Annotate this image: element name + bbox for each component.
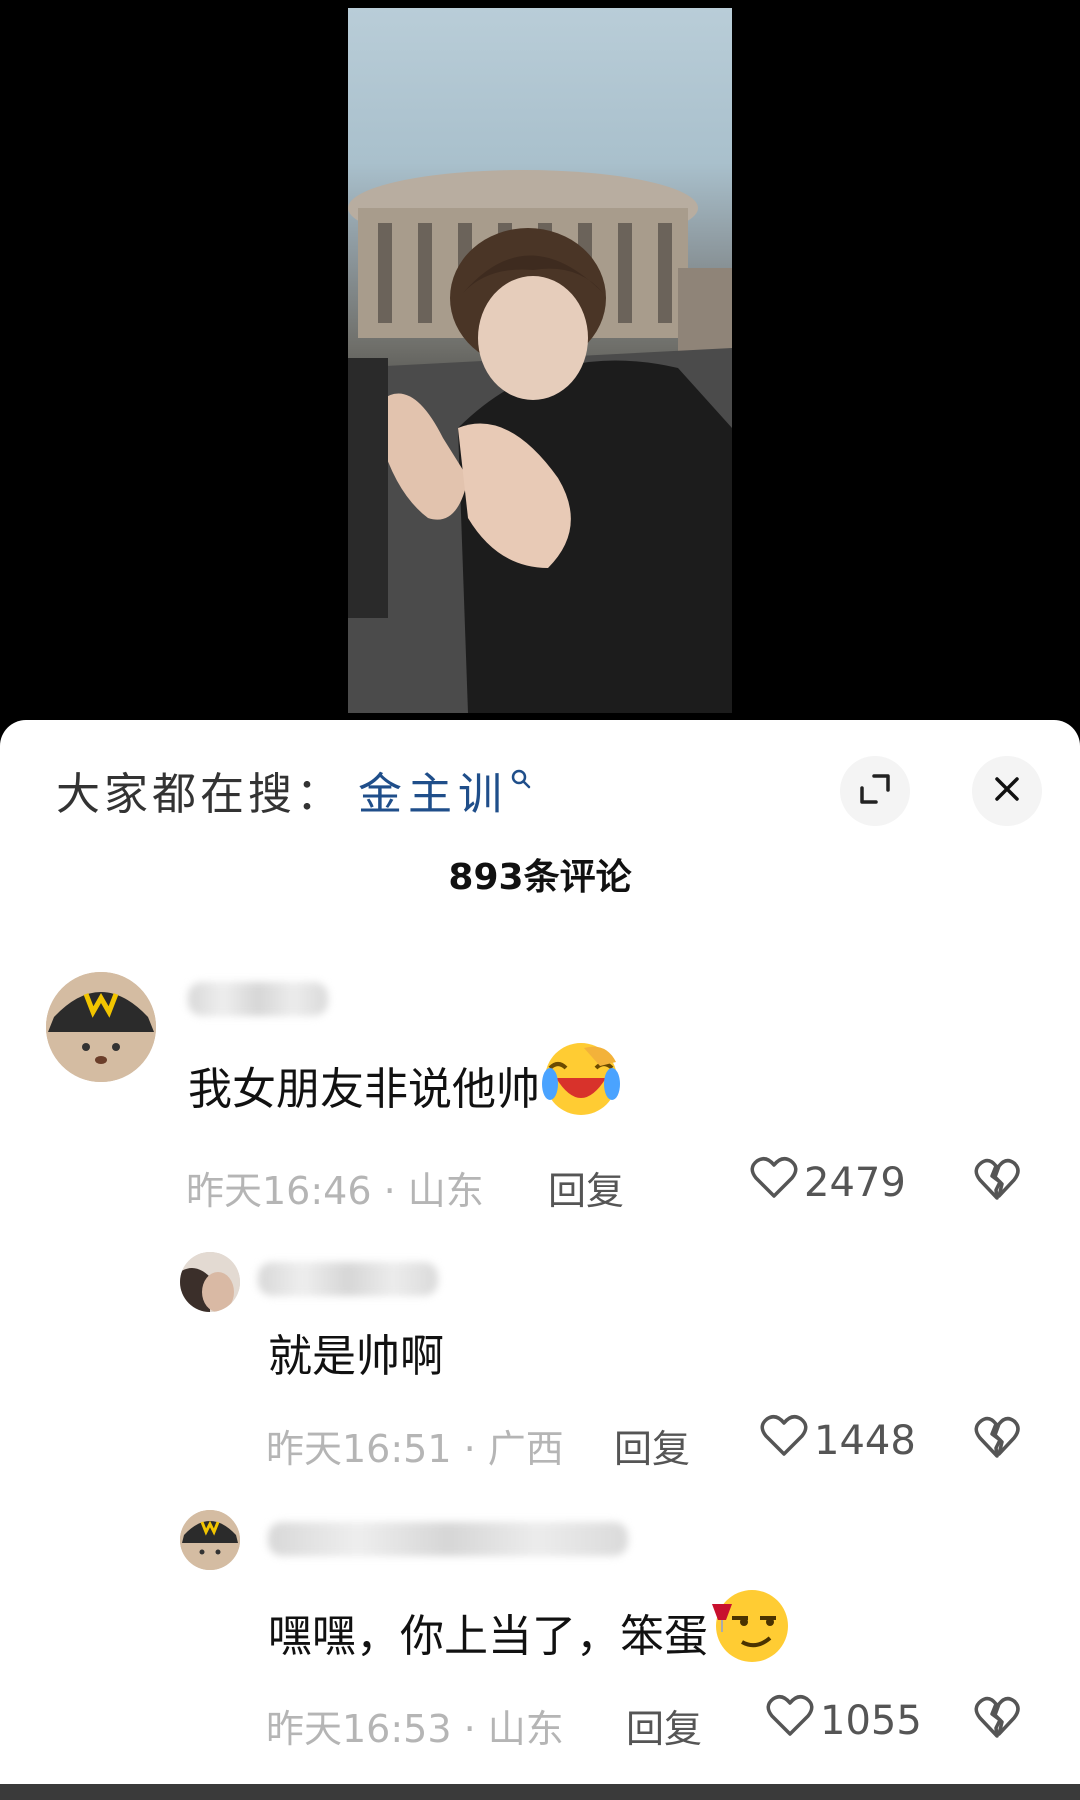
avatar[interactable] — [180, 1252, 240, 1312]
username-blurred[interactable] — [258, 1262, 438, 1296]
close-button[interactable] — [972, 756, 1042, 826]
broken-heart-icon — [974, 1696, 1020, 1744]
comments-sheet: 大家都在搜： 金主训 893条评论 我女朋友非说他帅 昨天16:46 · 山东 … — [0, 720, 1080, 1800]
username-blurred[interactable] — [268, 1522, 628, 1556]
avatar[interactable] — [46, 972, 156, 1082]
comment-text: 嘿嘿，你上当了，笨蛋 — [268, 1584, 792, 1679]
comment-meta: 昨天16:53 · 山东 — [266, 1707, 564, 1751]
comment-meta: 昨天16:46 · 山东 — [186, 1169, 484, 1213]
trending-search-term[interactable]: 金主训 — [358, 758, 508, 822]
comment-text: 就是帅啊 — [268, 1320, 444, 1384]
comment-text-content: 嘿嘿，你上当了，笨蛋 — [268, 1610, 708, 1662]
comments-count: 893条评论 — [448, 857, 632, 898]
dislike-button[interactable] — [974, 1416, 1020, 1464]
broken-heart-icon — [974, 1158, 1020, 1206]
heart-icon — [760, 1414, 814, 1468]
trending-search[interactable]: 大家都在搜： 金主训 — [56, 760, 532, 820]
heart-icon — [766, 1694, 820, 1748]
laughing-crying-emoji — [540, 1038, 622, 1131]
search-icon — [510, 768, 532, 794]
username-blurred[interactable] — [188, 982, 328, 1016]
like-button[interactable]: 1055 — [766, 1694, 922, 1748]
trending-search-label: 大家都在搜： — [56, 769, 344, 820]
like-count: 1055 — [820, 1698, 922, 1744]
expand-button[interactable] — [840, 756, 910, 826]
heart-icon — [750, 1156, 804, 1210]
dislike-button[interactable] — [974, 1158, 1020, 1206]
reply-button[interactable]: 回复 — [614, 1418, 690, 1473]
broken-heart-icon — [974, 1416, 1020, 1464]
like-count: 2479 — [804, 1160, 906, 1206]
comment-text: 我女朋友非说他帅 — [188, 1038, 622, 1131]
comment-meta: 昨天16:51 · 广西 — [266, 1427, 564, 1471]
bottom-bar — [0, 1784, 1080, 1800]
video-frame-image — [348, 170, 732, 713]
expand-icon — [858, 772, 892, 810]
like-button[interactable]: 1448 — [760, 1414, 916, 1468]
comment-text-content: 我女朋友非说他帅 — [188, 1063, 540, 1115]
dislike-button[interactable] — [974, 1696, 1020, 1744]
reply-button[interactable]: 回复 — [626, 1698, 702, 1753]
comment-text-content: 就是帅啊 — [268, 1331, 444, 1382]
reply-button[interactable]: 回复 — [548, 1160, 624, 1215]
smirk-wine-emoji — [708, 1584, 792, 1679]
video-area[interactable] — [0, 0, 1080, 730]
close-icon — [992, 774, 1022, 808]
like-button[interactable]: 2479 — [750, 1156, 906, 1210]
like-count: 1448 — [814, 1418, 916, 1464]
video-player[interactable] — [348, 8, 732, 713]
avatar[interactable] — [180, 1510, 240, 1570]
